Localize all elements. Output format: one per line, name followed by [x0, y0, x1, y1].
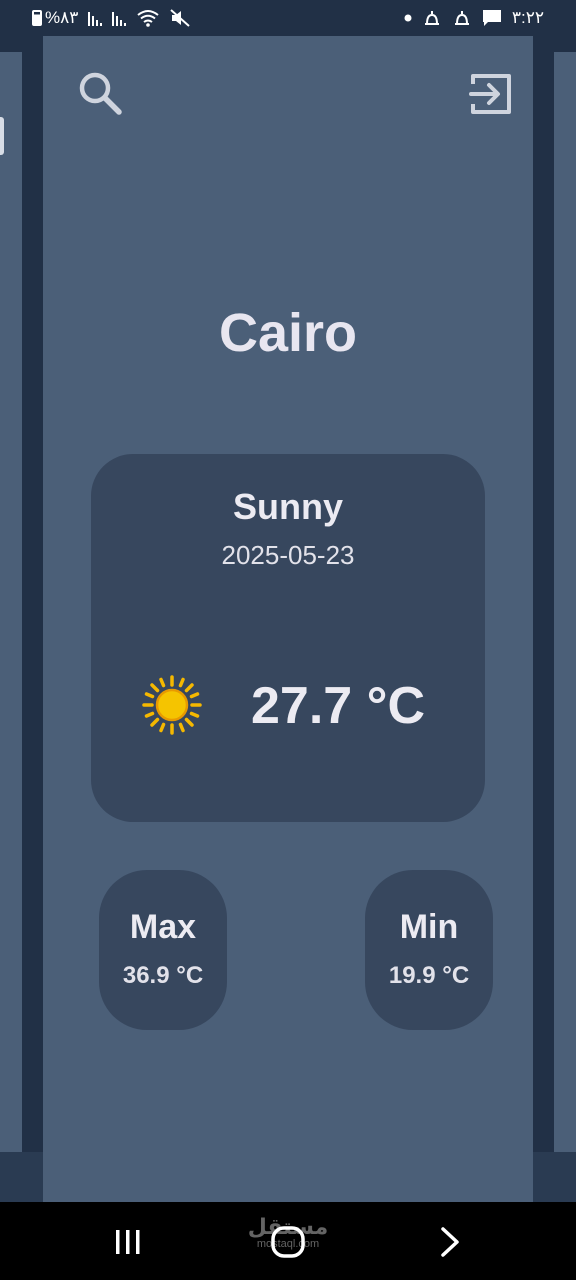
home-button[interactable] — [268, 1222, 308, 1262]
status-bar: %٨٣ ٣:٢٢ — [0, 0, 576, 36]
wifi-icon — [136, 7, 160, 29]
signal-icon — [88, 7, 103, 29]
search-button[interactable] — [77, 70, 123, 116]
current-temperature: 27.7 °C — [251, 677, 426, 735]
weather-date: 2025-05-23 — [221, 540, 355, 570]
status-time: ٣:٢٢ — [511, 8, 544, 27]
weather-card: Sunny 2025-05-23 27.7 °C — [91, 454, 485, 822]
notification-icon — [422, 7, 442, 29]
battery-indicator: %٨٣ — [32, 7, 78, 29]
next-page-edge[interactable] — [554, 52, 576, 1152]
min-temperature-pill: Min 19.9 °C — [365, 870, 493, 1030]
back-button[interactable] — [430, 1222, 470, 1262]
recents-button[interactable] — [108, 1222, 148, 1262]
message-icon — [482, 7, 502, 29]
max-value: 36.9 °C — [122, 962, 204, 989]
page-indicator-tick — [0, 117, 4, 155]
battery-icon — [32, 10, 42, 26]
status-right: ٣:٢٢ — [404, 7, 544, 29]
weather-condition: Sunny — [232, 486, 343, 527]
system-nav-bar: مستقل mostaql.com — [0, 1202, 576, 1280]
app-screen: %٨٣ ٣:٢٢ Cairo Sunny 2025-05-23 27.7 °C … — [0, 0, 576, 1280]
home-icon — [271, 1226, 305, 1258]
dot-icon — [404, 7, 412, 29]
notification-icon — [452, 7, 472, 29]
sun-icon — [141, 674, 203, 736]
status-left: %٨٣ — [32, 7, 191, 29]
logout-button[interactable] — [467, 70, 515, 118]
max-temperature-pill: Max 36.9 °C — [99, 870, 227, 1030]
city-name: Cairo — [218, 303, 358, 363]
previous-page-edge[interactable] — [0, 52, 22, 1152]
logout-icon — [469, 74, 511, 114]
chevron-right-icon — [441, 1227, 459, 1257]
min-label: Min — [399, 908, 459, 946]
recents-icon — [116, 1230, 140, 1254]
max-label: Max — [129, 908, 197, 946]
battery-text: %٨٣ — [45, 8, 79, 27]
search-icon — [79, 72, 122, 115]
weather-page: Cairo Sunny 2025-05-23 27.7 °C Max 36.9 … — [43, 36, 533, 1202]
min-value: 19.9 °C — [388, 962, 470, 989]
signal-icon — [112, 7, 127, 29]
mute-icon — [170, 7, 191, 29]
